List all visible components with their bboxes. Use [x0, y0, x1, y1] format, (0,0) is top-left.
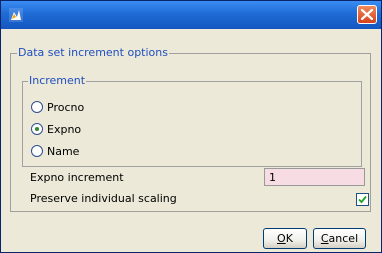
radio-name[interactable]: Name	[31, 143, 79, 159]
cancel-mnemonic: C	[320, 232, 329, 245]
dialog-body: Data set increment options Increment Pro…	[4, 29, 378, 250]
radio-expno[interactable]: Expno	[31, 121, 81, 137]
close-button[interactable]	[357, 5, 377, 24]
ok-label-rest: K	[285, 232, 293, 245]
ok-mnemonic: O	[277, 232, 286, 245]
expno-increment-input[interactable]	[264, 168, 365, 186]
radio-name-label: Name	[47, 144, 80, 158]
dialog-window: Data set increment options Increment Pro…	[0, 0, 382, 253]
cancel-label-rest: ancel	[328, 232, 359, 245]
increment-group-title: Increment	[28, 74, 87, 87]
preserve-scaling-label: Preserve individual scaling	[30, 192, 177, 205]
radio-procno[interactable]: Procno	[31, 99, 84, 115]
radio-expno-indicator[interactable]	[31, 123, 43, 135]
cancel-button[interactable]: Cancel	[313, 228, 366, 249]
radio-expno-label: Expno	[47, 122, 82, 136]
app-icon	[9, 8, 23, 22]
checkmark-icon	[358, 195, 367, 204]
radio-name-indicator[interactable]	[31, 145, 43, 157]
expno-increment-label: Expno increment	[30, 171, 124, 184]
ok-button[interactable]: OK	[263, 228, 307, 249]
options-group-title: Data set increment options	[17, 46, 169, 59]
options-group: Data set increment options Increment Pro…	[10, 46, 371, 212]
title-bar[interactable]	[1, 1, 381, 29]
close-icon	[361, 9, 373, 20]
preserve-scaling-checkbox[interactable]	[356, 193, 369, 206]
radio-procno-label: Procno	[47, 100, 85, 114]
increment-group: Increment Procno Expno Name	[22, 74, 362, 167]
radio-procno-indicator[interactable]	[31, 101, 43, 113]
